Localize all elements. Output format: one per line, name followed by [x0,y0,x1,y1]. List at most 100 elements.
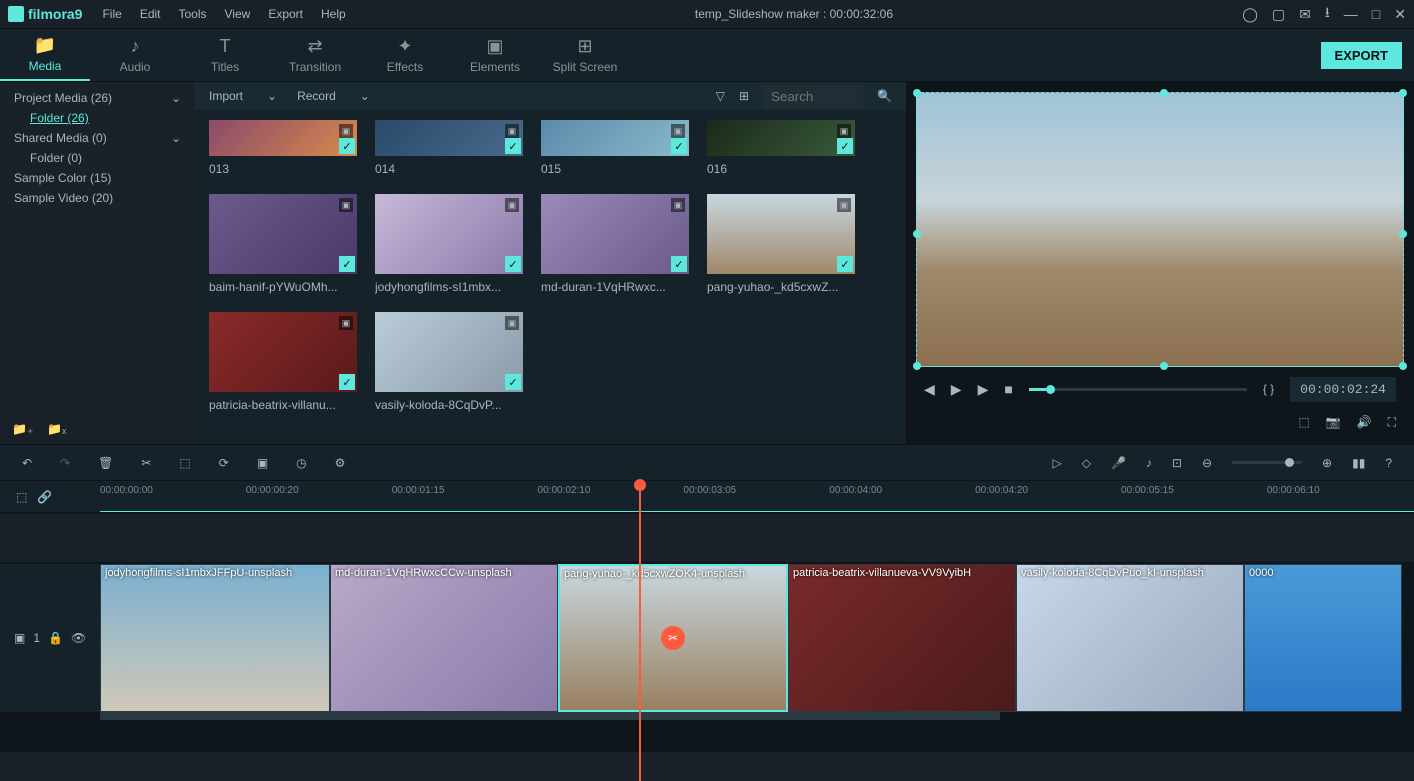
media-item[interactable]: ▣ ✓ vasily-koloda-8CqDvP... [375,312,523,412]
crop-button[interactable]: ⬚ [179,456,190,470]
zoom-slider[interactable] [1232,461,1302,464]
timeline-scrollbar[interactable] [0,712,1414,722]
search-input[interactable] [763,85,863,108]
sidebar-item[interactable]: Sample Video (20) [0,188,195,208]
close-button[interactable]: ✕ [1394,6,1406,23]
media-thumbnail[interactable]: ▣ ✓ [209,312,357,392]
split-button[interactable]: ✂ [141,456,151,470]
mail-icon[interactable]: ✉ [1299,6,1311,23]
export-button[interactable]: EXPORT [1321,42,1402,69]
menu-view[interactable]: View [225,7,251,21]
resize-handle[interactable] [1399,362,1407,370]
tab-elements[interactable]: ▣Elements [450,29,540,81]
media-thumbnail[interactable]: ▣ ✓ [209,194,357,274]
fullscreen-icon[interactable]: ⛶ [1388,415,1396,430]
delete-button[interactable]: 🗑 [98,456,113,470]
resize-handle[interactable] [1399,89,1407,97]
timeline-clip[interactable]: vasily-koloda-8CqDvPuo_kI-unsplash [1016,564,1244,712]
track-lock-icon[interactable]: 🔒 [48,631,63,645]
timeline-ruler[interactable]: 00:00:00:0000:00:00:2000:00:01:1500:00:0… [100,481,1414,512]
import-dropdown[interactable]: Import⌄ [209,89,277,103]
sidebar-item[interactable]: Sample Color (15) [0,168,195,188]
media-thumbnail[interactable]: ▣ ✓ [707,194,855,274]
grid-view-icon[interactable]: ⊞ [739,89,749,103]
record-dropdown[interactable]: Record⌄ [297,89,370,103]
media-item[interactable]: ▣ ✓ jodyhongfilms-sI1mbx... [375,194,523,294]
marker-braces[interactable]: { } [1263,382,1274,396]
adjust-button[interactable]: ⚙ [335,456,346,470]
render-button[interactable]: ▷ [1052,456,1061,470]
sidebar-item[interactable]: Folder (0) [0,148,195,168]
tab-audio[interactable]: ♪Audio [90,29,180,81]
volume-icon[interactable]: 🔊 [1357,415,1372,430]
playback-slider[interactable] [1029,388,1247,391]
filter-icon[interactable]: ▽ [716,89,725,103]
cut-marker-icon[interactable]: ✂ [661,626,685,650]
menu-help[interactable]: Help [321,7,346,21]
fit-zoom-button[interactable]: ⊡ [1172,456,1182,470]
speed-button[interactable]: ⟳ [219,456,229,470]
menu-export[interactable]: Export [268,7,303,21]
play-button[interactable]: ▶ [951,381,962,398]
playhead[interactable] [639,481,641,781]
media-thumbnail[interactable]: ▣ ✓ [541,194,689,274]
zoom-out-button[interactable]: ⊖ [1202,456,1212,470]
color-button[interactable]: ▣ [257,456,268,470]
media-item[interactable]: ▣ ✓ 016 [707,120,855,176]
timeline-clip[interactable]: jodyhongfilms-sI1mbxJFFpU-unsplash [100,564,330,712]
media-item[interactable]: ▣ ✓ md-duran-1VqHRwxc... [541,194,689,294]
add-folder-icon[interactable]: 📁₊ [12,422,33,436]
remove-folder-icon[interactable]: 📁ₓ [47,422,66,436]
preview-canvas[interactable] [916,92,1404,367]
help-button[interactable]: ? [1385,456,1392,470]
stop-button[interactable]: ■ [1004,381,1012,397]
sidebar-item[interactable]: Folder (26) [0,108,195,128]
media-thumbnail[interactable]: ▣ ✓ [707,120,855,156]
account-icon[interactable]: ◯ [1242,6,1258,23]
media-item[interactable]: ▣ ✓ baim-hanif-pYWuOMh... [209,194,357,294]
media-thumbnail[interactable]: ▣ ✓ [375,194,523,274]
marker-button[interactable]: ◇ [1082,456,1091,470]
maximize-button[interactable]: □ [1372,6,1380,22]
download-icon[interactable]: ⭳ [1325,2,1330,26]
magnet-icon[interactable]: ⬚ [16,490,27,504]
prev-frame-button[interactable]: ◀ [924,381,935,398]
undo-button[interactable]: ↶ [22,456,32,470]
tab-effects[interactable]: ✦Effects [360,29,450,81]
zoom-in-button[interactable]: ⊕ [1322,456,1332,470]
resize-handle[interactable] [913,89,921,97]
media-thumbnail[interactable]: ▣ ✓ [375,120,523,156]
resize-handle[interactable] [1160,89,1168,97]
voiceover-button[interactable]: 🎤 [1111,456,1126,470]
menu-edit[interactable]: Edit [140,7,161,21]
media-thumbnail[interactable]: ▣ ✓ [541,120,689,156]
track-manage-button[interactable]: ▮▮ [1352,456,1365,470]
media-item[interactable]: ▣ ✓ patricia-beatrix-villanu... [209,312,357,412]
link-icon[interactable]: 🔗 [37,490,52,504]
snapshot-icon[interactable]: 📷 [1326,415,1341,430]
media-item[interactable]: ▣ ✓ 014 [375,120,523,176]
media-item[interactable]: ▣ ✓ 013 [209,120,357,176]
next-frame-button[interactable]: ▶ [978,381,989,398]
media-item[interactable]: ▣ ✓ pang-yuhao-_kd5cxwZ... [707,194,855,294]
timeline-clip[interactable]: pang-yuhao-_kd5cxwZOK4-unsplash ✂ [558,564,788,712]
media-thumbnail[interactable]: ▣ ✓ [209,120,357,156]
menu-file[interactable]: File [102,7,121,21]
audio-mixer-button[interactable]: ♪ [1146,456,1152,470]
media-thumbnail[interactable]: ▣ ✓ [375,312,523,392]
clipboard-icon[interactable]: ▢ [1272,6,1285,23]
quality-icon[interactable]: ⬚ [1298,415,1309,430]
timeline-clip[interactable]: 0000 [1244,564,1402,712]
timeline-clip[interactable]: patricia-beatrix-villanueva-VV9VyibH [788,564,1016,712]
track-clips[interactable]: jodyhongfilms-sI1mbxJFFpU-unsplash md-du… [100,564,1414,712]
redo-button[interactable]: ↷ [60,456,70,470]
tab-transition[interactable]: ⇄Transition [270,29,360,81]
resize-handle[interactable] [913,230,921,238]
menu-tools[interactable]: Tools [179,7,207,21]
minimize-button[interactable]: — [1344,6,1358,22]
tab-titles[interactable]: TTitles [180,29,270,81]
resize-handle[interactable] [913,362,921,370]
sidebar-item[interactable]: Shared Media (0)⌄ [0,128,195,148]
sidebar-item[interactable]: Project Media (26)⌄ [0,88,195,108]
resize-handle[interactable] [1399,230,1407,238]
